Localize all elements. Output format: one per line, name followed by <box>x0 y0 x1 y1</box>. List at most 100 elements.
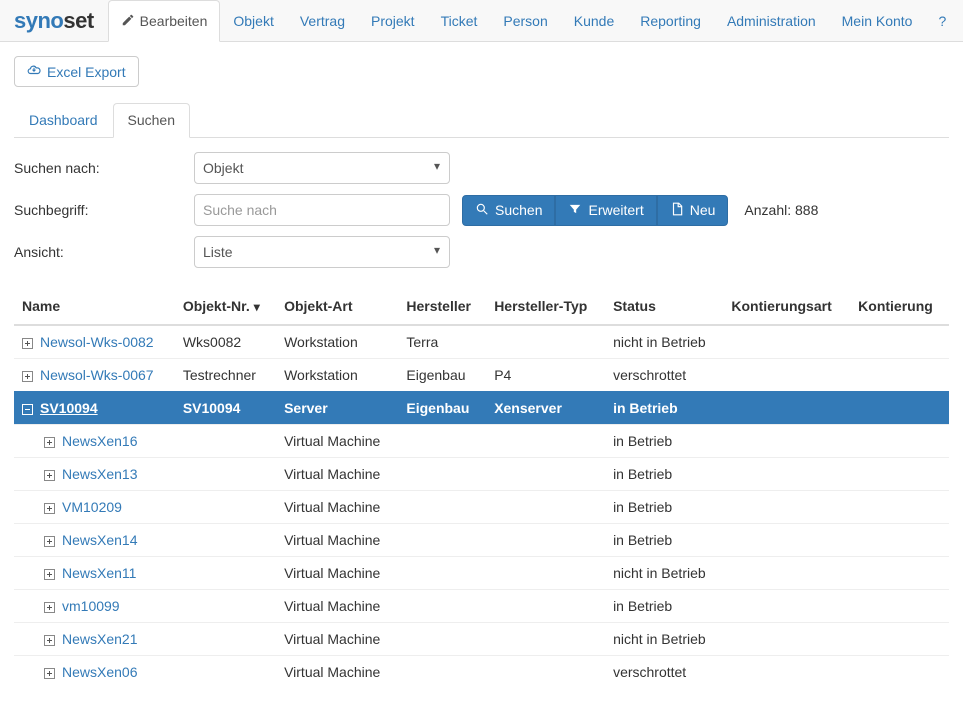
col-kontierung[interactable]: Kontierung <box>850 288 949 325</box>
search-form: Suchen nach: Objekt Suchbegriff: Suchen <box>14 138 949 284</box>
subtab-suchen[interactable]: Suchen <box>113 103 190 138</box>
view-select[interactable]: Liste <box>194 236 450 268</box>
nav-tab-ticket[interactable]: Ticket <box>428 0 491 41</box>
table-row[interactable]: Newsol-Wks-0082Wks0082WorkstationTerrani… <box>14 325 949 359</box>
excel-export-button[interactable]: Excel Export <box>14 56 139 87</box>
col-hersteller[interactable]: Hersteller <box>398 288 486 325</box>
expand-icon[interactable] <box>22 338 33 349</box>
nav-tab-vertrag[interactable]: Vertrag <box>287 0 358 41</box>
cell-objart: Virtual Machine <box>276 458 398 491</box>
new-button-label: Neu <box>690 202 716 218</box>
cell-objnr: Wks0082 <box>175 325 276 359</box>
nav-tab--[interactable]: ? <box>925 0 959 41</box>
expand-icon[interactable] <box>44 437 55 448</box>
cell-kontierungsart <box>723 392 850 425</box>
row-name-link[interactable]: NewsXen06 <box>62 664 138 680</box>
cell-objart: Virtual Machine <box>276 557 398 590</box>
nav-tab-label: Mein Konto <box>842 13 913 29</box>
nav-tab-label: Ticket <box>441 13 478 29</box>
collapse-icon[interactable] <box>22 404 33 415</box>
cell-objnr: SV10094 <box>175 392 276 425</box>
table-row[interactable]: NewsXen13Virtual Machinein Betrieb <box>14 458 949 491</box>
nav-tab-label: Kunde <box>574 13 614 29</box>
table-row[interactable]: NewsXen11Virtual Machinenicht in Betrieb <box>14 557 949 590</box>
cell-hersteller: Terra <box>398 325 486 359</box>
cell-name: vm10099 <box>14 590 175 623</box>
row-name-link[interactable]: NewsXen16 <box>62 433 138 449</box>
search-button[interactable]: Suchen <box>462 195 555 226</box>
table-row[interactable]: NewsXen16Virtual Machinein Betrieb <box>14 425 949 458</box>
expand-icon[interactable] <box>44 635 55 646</box>
expand-icon[interactable] <box>44 536 55 547</box>
cell-name: NewsXen14 <box>14 524 175 557</box>
cell-kontierungsart <box>723 458 850 491</box>
table-row[interactable]: vm10099Virtual Machinein Betrieb <box>14 590 949 623</box>
cell-kontierungsart <box>723 359 850 392</box>
new-button[interactable]: Neu <box>657 195 729 226</box>
row-name-link[interactable]: Newsol-Wks-0082 <box>40 334 154 350</box>
col-name[interactable]: Name <box>14 288 175 325</box>
subtab-dashboard[interactable]: Dashboard <box>14 103 113 137</box>
expand-icon[interactable] <box>44 668 55 679</box>
table-row[interactable]: VM10209Virtual Machinein Betrieb <box>14 491 949 524</box>
cell-kontierung <box>850 491 949 524</box>
cell-objnr <box>175 524 276 557</box>
nav-tab-objekt[interactable]: Objekt <box>220 0 286 41</box>
row-name-link[interactable]: NewsXen11 <box>62 565 136 581</box>
expand-icon[interactable] <box>44 503 55 514</box>
cell-herstellertyp <box>486 623 605 656</box>
cell-hersteller <box>398 458 486 491</box>
row-name-link[interactable]: NewsXen21 <box>62 631 138 647</box>
nav-tab-mein-konto[interactable]: Mein Konto <box>829 0 926 41</box>
col-objnr[interactable]: Objekt-Nr.▾ <box>175 288 276 325</box>
nav-tab-person[interactable]: Person <box>490 0 560 41</box>
expand-icon[interactable] <box>44 569 55 580</box>
nav-tab-kunde[interactable]: Kunde <box>561 0 627 41</box>
table-row[interactable]: NewsXen21Virtual Machinenicht in Betrieb <box>14 623 949 656</box>
row-name-link[interactable]: VM10209 <box>62 499 122 515</box>
cell-hersteller <box>398 491 486 524</box>
cell-objnr <box>175 491 276 524</box>
col-status[interactable]: Status <box>605 288 723 325</box>
expand-icon[interactable] <box>22 371 33 382</box>
nav-tab-reporting[interactable]: Reporting <box>627 0 714 41</box>
cell-hersteller <box>398 623 486 656</box>
col-herstellertyp[interactable]: Hersteller-Typ <box>486 288 605 325</box>
nav-tab-administration[interactable]: Administration <box>714 0 829 41</box>
cell-hersteller: Eigenbau <box>398 359 486 392</box>
cell-status: in Betrieb <box>605 590 723 623</box>
col-kontierungsart[interactable]: Kontierungsart <box>723 288 850 325</box>
table-row[interactable]: NewsXen14Virtual Machinein Betrieb <box>14 524 949 557</box>
cell-hersteller: Eigenbau <box>398 392 486 425</box>
cell-kontierung <box>850 359 949 392</box>
row-name-link[interactable]: NewsXen13 <box>62 466 138 482</box>
cell-objart: Virtual Machine <box>276 491 398 524</box>
results-table-wrap: Name Objekt-Nr.▾ Objekt-Art Hersteller H… <box>14 288 949 688</box>
row-name-link[interactable]: vm10099 <box>62 598 120 614</box>
cell-herstellertyp <box>486 325 605 359</box>
col-name-label: Name <box>22 298 60 314</box>
table-row[interactable]: Newsol-Wks-0067TestrechnerWorkstationEig… <box>14 359 949 392</box>
label-term: Suchbegriff: <box>14 202 194 218</box>
expand-icon[interactable] <box>44 470 55 481</box>
cell-objnr <box>175 425 276 458</box>
extended-button[interactable]: Erweitert <box>555 195 656 226</box>
row-view: Ansicht: Liste <box>14 236 949 268</box>
nav-tab-bearbeiten[interactable]: Bearbeiten <box>108 0 221 42</box>
col-herstellertyp-label: Hersteller-Typ <box>494 298 587 314</box>
col-objart[interactable]: Objekt-Art <box>276 288 398 325</box>
row-name-link[interactable]: SV10094 <box>40 400 98 416</box>
file-icon <box>670 202 684 219</box>
cell-kontierungsart <box>723 623 850 656</box>
expand-icon[interactable] <box>44 602 55 613</box>
search-input[interactable] <box>194 194 450 226</box>
cell-status: in Betrieb <box>605 524 723 557</box>
table-row[interactable]: NewsXen06Virtual Machineverschrottet <box>14 656 949 689</box>
table-row[interactable]: SV10094SV10094ServerEigenbauXenserverin … <box>14 392 949 425</box>
search-by-select[interactable]: Objekt <box>194 152 450 184</box>
row-name-link[interactable]: NewsXen14 <box>62 532 138 548</box>
cloud-download-icon <box>27 63 41 80</box>
row-name-link[interactable]: Newsol-Wks-0067 <box>40 367 154 383</box>
nav-tab-projekt[interactable]: Projekt <box>358 0 428 41</box>
cell-kontierungsart <box>723 524 850 557</box>
